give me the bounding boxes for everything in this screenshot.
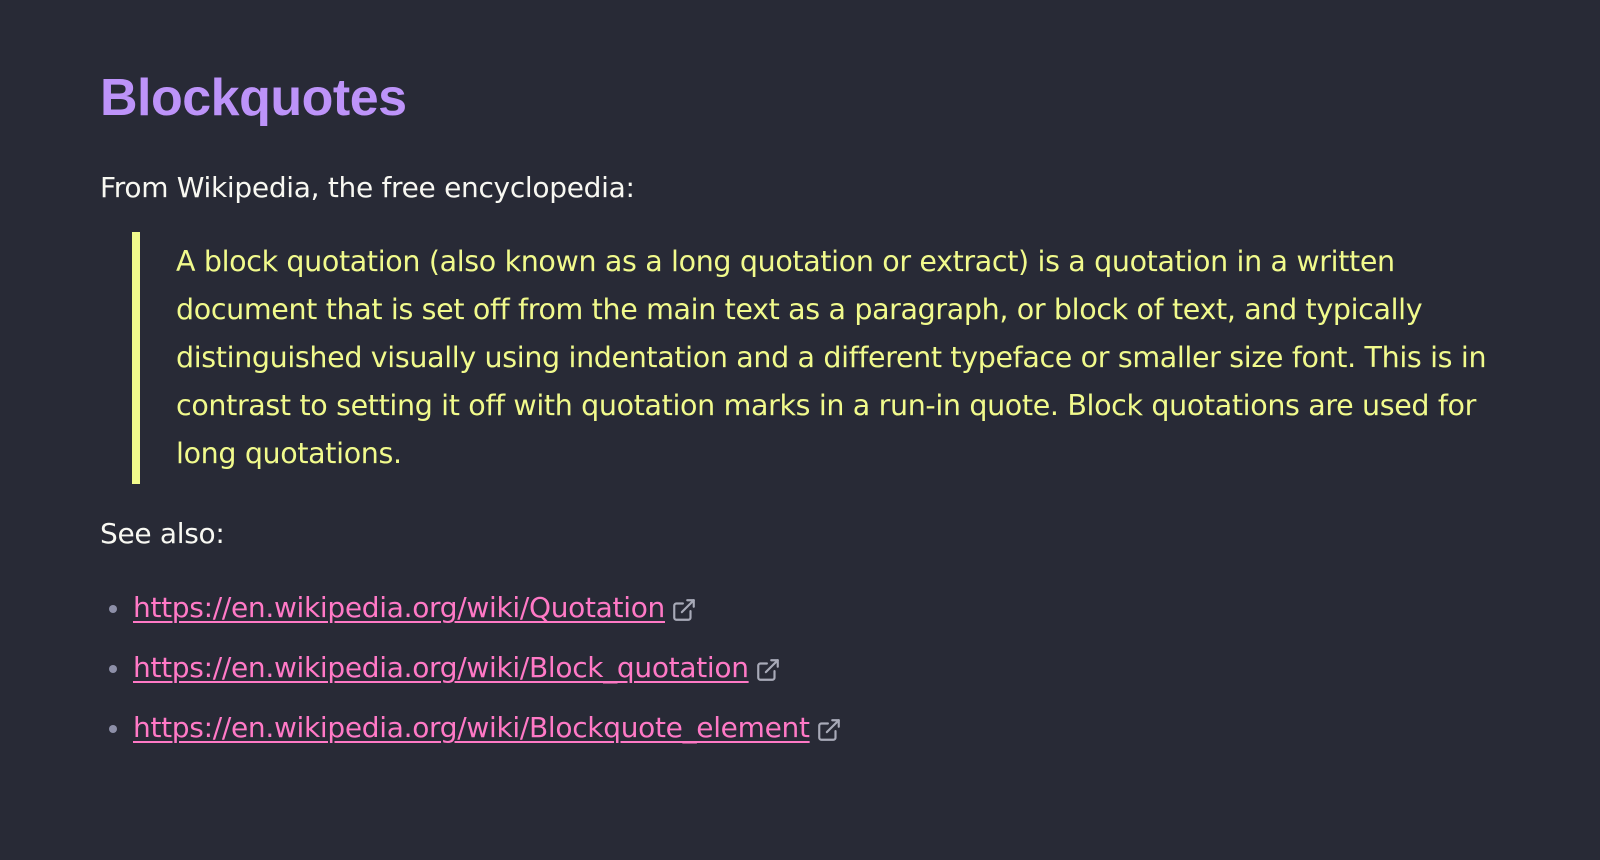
link-blockquote-element[interactable]: https://en.wikipedia.org/wiki/Blockquote… (133, 708, 810, 748)
blockquote: A block quotation (also known as a long … (132, 232, 1502, 484)
bullet-icon (109, 605, 117, 613)
page-title: Blockquotes (100, 69, 407, 127)
external-link-icon[interactable] (671, 597, 697, 623)
document-body: Blockquotes From Wikipedia, the free enc… (100, 62, 1520, 758)
bullet-icon (109, 665, 117, 673)
list-item: https://en.wikipedia.org/wiki/Block_quot… (100, 638, 1520, 698)
external-link-icon[interactable] (755, 657, 781, 683)
list-item: https://en.wikipedia.org/wiki/Blockquote… (100, 698, 1520, 758)
see-also-list: https://en.wikipedia.org/wiki/Quotation … (100, 578, 1520, 758)
link-quotation[interactable]: https://en.wikipedia.org/wiki/Quotation (133, 588, 665, 628)
see-also-label: See also: (100, 517, 225, 550)
link-block-quotation[interactable]: https://en.wikipedia.org/wiki/Block_quot… (133, 648, 749, 688)
external-link-icon[interactable] (816, 717, 842, 743)
bullet-icon (109, 725, 117, 733)
intro-paragraph: From Wikipedia, the free encyclopedia: (100, 171, 635, 204)
list-item: https://en.wikipedia.org/wiki/Quotation (100, 578, 1520, 638)
